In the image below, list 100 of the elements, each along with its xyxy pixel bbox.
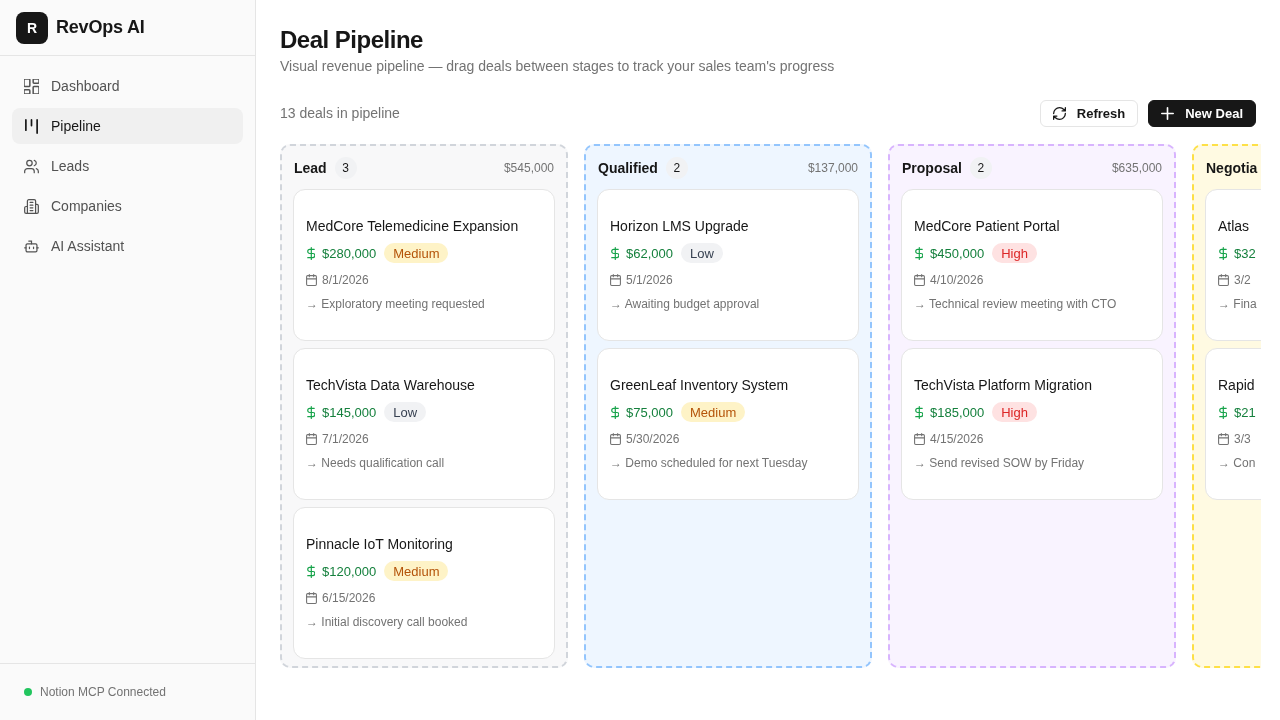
users-icon <box>24 158 39 174</box>
deal-card[interactable]: Rapid $21 3/3 → Con <box>1205 348 1261 500</box>
page-subtitle: Visual revenue pipeline — drag deals between stages to track your sales team's progress <box>280 57 836 76</box>
brand-name: RevOps AI <box>56 17 145 38</box>
deal-date: 4/15/2026 <box>930 432 984 446</box>
nav-item[interactable]: Dashboard <box>12 68 243 104</box>
deal-date: 4/10/2026 <box>930 273 984 287</box>
deal-title: TechVista Data Warehouse <box>306 376 476 395</box>
dollar-icon <box>307 405 315 419</box>
deal-count: 13 deals in pipeline <box>280 105 400 121</box>
deal-amount: $450,000 <box>930 245 985 261</box>
calendar-icon <box>914 274 925 286</box>
deal-title: Pinnacle IoT Monitoring <box>306 535 454 554</box>
calendar-icon <box>306 274 317 286</box>
building-icon <box>24 198 39 214</box>
logo-tile: R <box>16 11 48 44</box>
deal-card[interactable]: Atlas $32 3/2 → Fina <box>1205 189 1261 341</box>
nav-item[interactable]: AI Assistant <box>12 228 243 264</box>
stage-count: 2 <box>969 157 992 179</box>
priority-tag: Medium <box>681 402 746 422</box>
priority-tag: Medium <box>384 561 449 581</box>
deal-amount: $185,000 <box>930 404 985 420</box>
deal-title: GreenLeaf Inventory System <box>610 376 790 395</box>
deal-amount: $280,000 <box>322 245 377 261</box>
deal-note: → Initial discovery call booked <box>306 614 469 631</box>
deal-card[interactable]: Horizon LMS Upgrade $62,000 Low 5/1/2026 → Awaiting budget approval <box>597 189 859 341</box>
dollar-icon <box>307 564 315 578</box>
calendar-icon <box>1218 274 1229 286</box>
deal-card[interactable]: MedCore Patient Portal $450,000 High 4/10/2026 → Technical review meeting with CTO <box>901 189 1163 341</box>
deal-amount: $21 <box>1234 404 1256 420</box>
deal-card[interactable]: GreenLeaf Inventory System $75,000 Medium 5/30/2026 → Demo scheduled for next Tuesday <box>597 348 859 500</box>
stage-total: $635,000 <box>1111 161 1162 175</box>
robot-icon <box>24 238 39 254</box>
calendar-icon <box>610 274 621 286</box>
deal-title: TechVista Platform Migration <box>914 376 1093 395</box>
new-deal-button[interactable]: New Deal <box>1148 99 1256 127</box>
plus-icon <box>1161 106 1175 120</box>
refresh-icon <box>1052 106 1066 120</box>
deal-title: MedCore Telemedicine Expansion <box>306 217 520 236</box>
stage-name: Qualified <box>598 160 658 176</box>
deal-card[interactable]: TechVista Data Warehouse $145,000 Low 7/1/2026 → Needs qualification call <box>293 348 555 500</box>
deal-note: → Send revised SOW by Friday <box>914 455 1086 472</box>
stage-total: $137,000 <box>807 161 858 175</box>
deal-note: → Awaiting budget approval <box>610 296 761 313</box>
priority-tag: Medium <box>384 243 449 263</box>
deal-date: 5/30/2026 <box>626 432 680 446</box>
deal-title: MedCore Patient Portal <box>914 217 1061 236</box>
dollar-icon <box>915 405 923 419</box>
dollar-icon <box>611 246 619 260</box>
calendar-icon <box>306 592 317 604</box>
deal-amount: $120,000 <box>322 563 377 579</box>
calendar-icon <box>306 433 317 445</box>
nav-item[interactable]: Companies <box>12 188 243 224</box>
deal-card[interactable]: TechVista Platform Migration $185,000 High 4/15/2026 → Send revised SOW by Friday <box>901 348 1163 500</box>
dollar-icon <box>1219 246 1227 260</box>
priority-tag: High <box>992 243 1037 263</box>
priority-tag: High <box>992 402 1037 422</box>
deal-note: → Demo scheduled for next Tuesday <box>610 455 809 472</box>
stage-name: Negotia <box>1206 160 1258 176</box>
deal-date: 8/1/2026 <box>322 273 369 287</box>
dollar-icon <box>915 246 923 260</box>
dollar-icon <box>611 405 619 419</box>
page-title: Deal Pipeline <box>280 25 424 55</box>
deal-date: 3/3 <box>1234 432 1251 446</box>
calendar-icon <box>1218 433 1229 445</box>
deal-date: 7/1/2026 <box>322 432 369 446</box>
stage-count: 2 <box>665 157 688 179</box>
deal-amount: $75,000 <box>626 404 673 420</box>
nav-item[interactable]: Leads <box>12 148 243 184</box>
deal-note: → Con <box>1218 455 1257 472</box>
deal-date: 3/2 <box>1234 273 1251 287</box>
deal-card[interactable]: MedCore Telemedicine Expansion $280,000 Medium 8/1/2026 → Exploratory meeting requested <box>293 189 555 341</box>
deal-amount: $62,000 <box>626 245 673 261</box>
deal-title: Horizon LMS Upgrade <box>610 217 750 236</box>
deal-date: 6/15/2026 <box>322 591 376 605</box>
deal-card[interactable]: Pinnacle IoT Monitoring $120,000 Medium 6/15/2026 → Initial discovery call booked <box>293 507 555 659</box>
refresh-button[interactable]: Refresh <box>1039 99 1139 127</box>
nav-item[interactable]: Pipeline <box>12 108 243 144</box>
dollar-icon <box>1219 405 1227 419</box>
stage-count: 3 <box>334 157 357 179</box>
deal-date: 5/1/2026 <box>626 273 673 287</box>
dashboard-icon <box>24 78 39 94</box>
priority-tag: Low <box>681 243 723 263</box>
deal-title: Rapid <box>1218 376 1256 395</box>
deal-note: → Exploratory meeting requested <box>306 296 486 313</box>
stage-total: $545,000 <box>503 161 554 175</box>
priority-tag: Low <box>384 402 427 422</box>
deal-note: → Fina <box>1218 296 1258 313</box>
dollar-icon <box>307 246 315 260</box>
connection-status: Notion MCP Connected <box>40 685 166 699</box>
deal-note: → Technical review meeting with CTO <box>914 296 1118 313</box>
calendar-icon <box>610 433 621 445</box>
kanban-icon <box>24 118 39 134</box>
deal-title: Atlas <box>1218 217 1251 236</box>
stage-name: Lead <box>294 160 327 176</box>
deal-amount: $145,000 <box>322 404 377 420</box>
deal-note: → Needs qualification call <box>306 455 446 472</box>
stage-name: Proposal <box>902 160 962 176</box>
deal-amount: $32 <box>1234 245 1256 261</box>
calendar-icon <box>914 433 925 445</box>
